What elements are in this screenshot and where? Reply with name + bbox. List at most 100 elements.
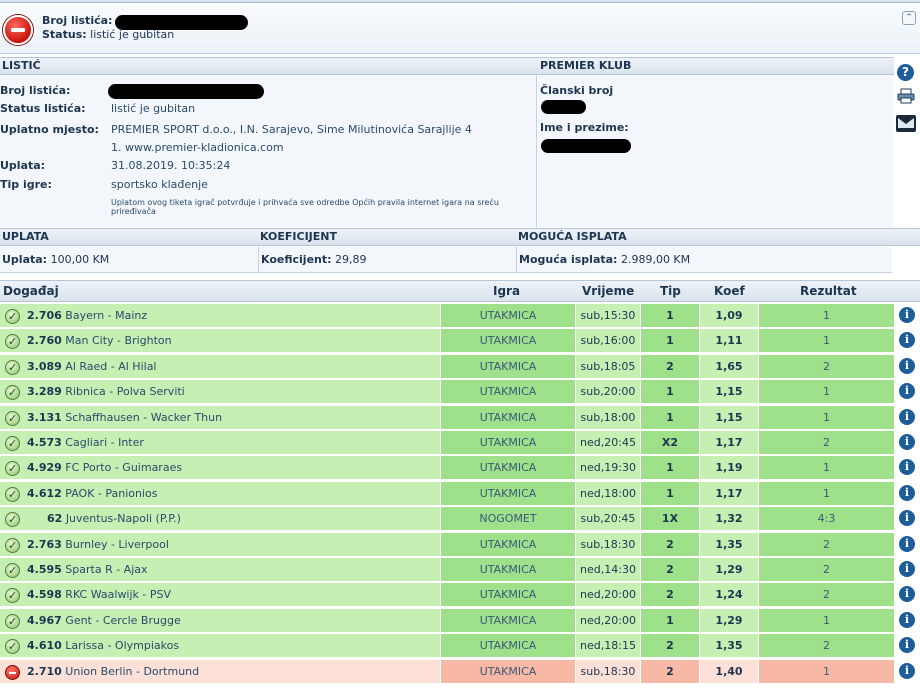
payment-time-value: 31.08.2019. 10:35:24 (111, 159, 231, 172)
event-name: Al Raed - Al Hilal (65, 359, 157, 373)
win-check-icon (5, 534, 20, 558)
win-check-icon (5, 457, 20, 481)
col-event-header: Događaj (3, 284, 59, 298)
event-code: 3.089 (27, 359, 62, 373)
help-icon[interactable]: ? (897, 64, 914, 81)
ticket-status-value: listić je gubitan (111, 102, 196, 115)
table-row: 2.763 Burnley - LiverpoolUTAKMICAsub,18:… (0, 532, 920, 558)
result-cell: 4:3 (759, 507, 894, 531)
table-row: 4.598 RKC Waalwijk - PSVUTAKMICAned,20:0… (0, 582, 920, 608)
result-cell: 2 (759, 431, 894, 454)
coefficient-label: Koeficijent: (261, 253, 332, 266)
event-name: Union Berlin - Dortmund (65, 664, 200, 678)
stake-row: Uplata: 100,00 KM (0, 247, 258, 273)
odds-cell: 1,35 (700, 634, 758, 658)
tip-cell: 1 (641, 456, 699, 480)
col-tip-header: Tip (660, 284, 681, 298)
member-number-label: Članski broj (540, 84, 614, 97)
result-cell: 1 (759, 405, 894, 429)
win-check-icon (5, 381, 20, 405)
info-icon[interactable]: i (899, 611, 915, 628)
event-name: Larissa - Olympiakos (65, 639, 180, 653)
info-icon[interactable]: i (899, 459, 915, 476)
win-check-icon (5, 432, 20, 456)
event-code: 4.573 (27, 436, 62, 449)
ticket-info-panel: Broj listića: Status listića: listić je … (0, 75, 537, 227)
event-code: 3.289 (27, 385, 62, 399)
time-cell: ned,18:15 (576, 634, 640, 658)
info-icon[interactable]: i (899, 484, 915, 501)
info-icon[interactable]: i (899, 357, 915, 374)
email-icon[interactable] (896, 115, 916, 132)
info-icon[interactable]: i (899, 535, 915, 552)
game-cell: UTAKMICA (441, 583, 575, 607)
info-icon[interactable]: i (899, 408, 915, 425)
info-icon[interactable]: i (899, 332, 915, 349)
info-cell: i (895, 431, 920, 454)
event-cell: 4.967 Gent - Cercle Brugge (0, 608, 440, 634)
info-icon[interactable]: i (899, 307, 915, 323)
event-cell: 4.612 PAOK - Panionios (0, 481, 440, 507)
event-name: RKC Waalwijk - PSV (65, 588, 172, 602)
info-icon[interactable]: i (899, 662, 915, 679)
game-cell: UTAKMICA (441, 558, 575, 581)
game-cell: UTAKMICA (441, 380, 575, 404)
win-check-icon (5, 584, 20, 608)
event-name: Gent - Cercle Brugge (65, 613, 181, 627)
col-game-header: Igra (493, 284, 521, 298)
info-icon[interactable]: i (899, 586, 915, 603)
event-cell: 2.706 Bayern - Mainz (0, 304, 440, 329)
odds-cell: 1,24 (700, 583, 758, 607)
time-cell: sub,15:30 (576, 304, 640, 327)
tip-cell: 1 (641, 481, 699, 505)
event-code: 2.763 (27, 537, 62, 551)
event-code: 2.710 (27, 664, 62, 678)
win-check-icon (5, 483, 20, 507)
odds-cell: 1,29 (700, 608, 758, 632)
club-panel: Članski broj Ime i prezime: (538, 75, 893, 227)
event-code: 3.131 (27, 410, 62, 424)
info-icon[interactable]: i (899, 561, 915, 577)
odds-cell: 1,09 (700, 304, 758, 327)
table-row: 2.706 Bayern - MainzUTAKMICAsub,15:3011,… (0, 303, 920, 329)
table-row: 4.967 Gent - Cercle BruggeUTAKMICAned,20… (0, 608, 920, 634)
time-cell: sub,20:45 (576, 507, 640, 531)
odds-cell: 1,17 (700, 431, 758, 454)
event-code: 4.612 (27, 486, 62, 500)
section-listic-title: LISTIĆ (0, 57, 538, 75)
game-cell: UTAKMICA (441, 659, 575, 683)
coefficient-row: Koeficijent: 29,89 (258, 247, 516, 273)
game-cell: UTAKMICA (441, 481, 575, 505)
game-cell: UTAKMICA (441, 431, 575, 454)
info-icon[interactable]: i (899, 637, 915, 654)
game-cell: UTAKMICA (441, 304, 575, 327)
odds-cell: 1,29 (700, 558, 758, 581)
game-cell: UTAKMICA (441, 532, 575, 556)
info-icon[interactable]: i (899, 383, 915, 400)
info-icon[interactable]: i (899, 434, 915, 450)
collapse-icon[interactable]: ⌃ (902, 11, 916, 25)
col-result-header: Rezultat (800, 284, 857, 298)
result-cell: 2 (759, 354, 894, 378)
ticket-header: Broj listića: Status: listić je gubitan … (0, 4, 920, 54)
info-icon[interactable]: i (899, 510, 915, 527)
odds-cell: 1,35 (700, 532, 758, 556)
payment-place-value: PREMIER SPORT d.o.o., I.N. Sarajevo, Sim… (111, 123, 472, 136)
stake-head: UPLATA (0, 228, 258, 246)
stake-label: Uplata: (2, 253, 48, 266)
table-row: 4.610 Larissa - OlympiakosUTAKMICAned,18… (0, 633, 920, 659)
event-cell: 4.929 FC Porto - Guimaraes (0, 456, 440, 481)
win-check-icon (5, 330, 20, 354)
event-code: 4.967 (27, 613, 62, 627)
event-code: 4.610 (27, 639, 62, 653)
print-icon[interactable] (897, 88, 915, 104)
coefficient-value: 29,89 (335, 253, 367, 266)
ticket-number-label: Broj listića: (0, 84, 71, 97)
info-cell: i (895, 634, 920, 658)
game-cell: UTAKMICA (441, 456, 575, 480)
odds-cell: 1,32 (700, 507, 758, 531)
tip-cell: 2 (641, 354, 699, 378)
payout-value: 2.989,00 KM (620, 253, 691, 266)
table-row: 2.760 Man City - BrightonUTAKMICAsub,16:… (0, 328, 920, 354)
table-row: 3.289 Ribnica - Polva ServitiUTAKMICAsub… (0, 379, 920, 405)
